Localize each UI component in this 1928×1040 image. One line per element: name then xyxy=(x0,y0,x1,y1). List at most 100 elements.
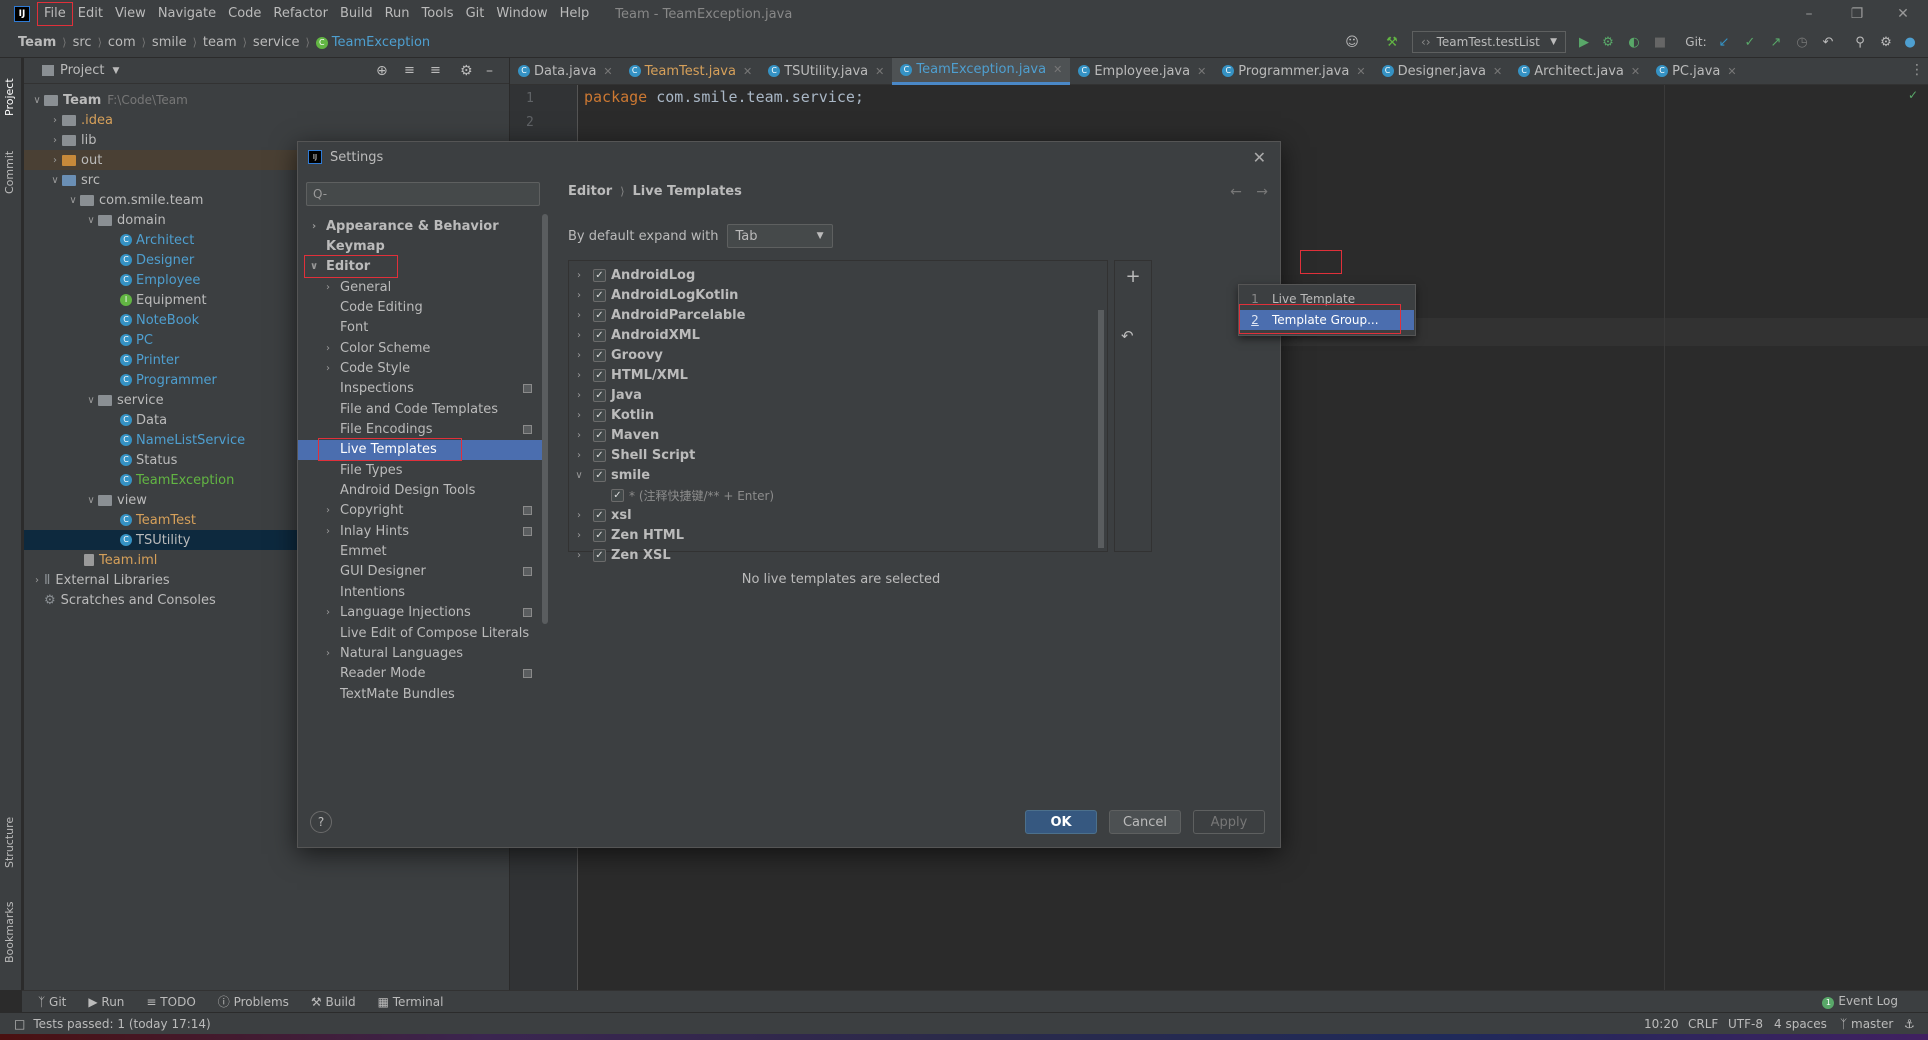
git-toolwindow-button[interactable]: ᛉ Git xyxy=(38,995,66,1009)
run-toolwindow-button[interactable]: ▶ Run xyxy=(88,995,124,1009)
user-icon[interactable]: ☺ xyxy=(1344,34,1360,50)
restore-defaults-icon[interactable]: ↶ xyxy=(1121,327,1134,345)
editor-tab[interactable]: C Programmer.java ✕ xyxy=(1214,58,1373,85)
settings-tree-item[interactable]: › Inlay Hints xyxy=(298,521,548,541)
template-group[interactable]: › ✓ Shell Script xyxy=(569,445,1099,465)
settings-tree-item[interactable]: › Appearance & Behavior xyxy=(298,216,548,236)
indent-setting[interactable]: 4 spaces xyxy=(1774,1017,1827,1031)
close-tab-icon[interactable]: ✕ xyxy=(1356,65,1365,78)
template-group[interactable]: › ✓ Zen HTML xyxy=(569,525,1099,545)
no-problems-check-icon[interactable]: ✓ xyxy=(1908,88,1918,102)
run-icon[interactable]: ▶ xyxy=(1576,34,1592,50)
chevron-right-icon[interactable]: › xyxy=(48,155,62,166)
run-configuration-select[interactable]: ‹› TeamTest.testList ▼ xyxy=(1412,31,1566,53)
minimize-icon[interactable]: – xyxy=(1786,0,1832,28)
menu-navigate[interactable]: Navigate xyxy=(152,3,222,25)
code-line-1[interactable]: package com.smile.team.service; xyxy=(584,88,864,106)
template-checkbox[interactable]: ✓ xyxy=(593,348,606,362)
chevron-down-icon[interactable]: ∨ xyxy=(84,215,98,226)
chevron-right-icon[interactable]: › xyxy=(573,350,585,361)
build-hammer-icon[interactable]: ⚒ xyxy=(1384,34,1400,50)
template-group[interactable]: › ✓ AndroidLog xyxy=(569,265,1099,285)
back-arrow-icon[interactable]: ← xyxy=(1230,184,1242,200)
menu-code[interactable]: Code xyxy=(222,3,267,25)
chevron-right-icon[interactable]: › xyxy=(48,135,62,146)
template-group[interactable]: › ✓ Java xyxy=(569,385,1099,405)
chevron-right-icon[interactable]: › xyxy=(573,450,585,461)
stop-icon[interactable]: ■ xyxy=(1652,34,1668,50)
settings-tree-item[interactable]: TextMate Bundles xyxy=(298,684,548,704)
cancel-button[interactable]: Cancel xyxy=(1109,810,1181,834)
settings-tree-item[interactable]: › Color Scheme xyxy=(298,338,548,358)
breadcrumb-current-class[interactable]: TeamException xyxy=(332,35,430,50)
more-tabs-icon[interactable]: ⋮ xyxy=(1910,62,1924,78)
menu-help[interactable]: Help xyxy=(554,3,596,25)
chevron-right-icon[interactable]: › xyxy=(573,410,585,421)
status-message[interactable]: Tests passed: 1 (today 17:14) xyxy=(33,1017,210,1031)
settings-tree-item[interactable]: Live Edit of Compose Literals xyxy=(298,623,548,643)
menu-view[interactable]: View xyxy=(109,3,152,25)
template-checkbox[interactable]: ✓ xyxy=(593,328,606,342)
locate-icon[interactable]: ⊕ xyxy=(376,63,388,79)
chevron-right-icon[interactable]: › xyxy=(322,526,334,537)
template-group[interactable]: › ✓ AndroidLogKotlin xyxy=(569,285,1099,305)
menu-run[interactable]: Run xyxy=(379,3,416,25)
template-checkbox[interactable]: ✓ xyxy=(593,268,606,282)
settings-search-input[interactable]: Q- xyxy=(306,182,540,206)
status-panel-icon[interactable]: □ xyxy=(14,1017,25,1031)
template-checkbox[interactable]: ✓ xyxy=(593,388,606,402)
close-window-icon[interactable]: ✕ xyxy=(1880,0,1926,28)
template-checkbox[interactable]: ✓ xyxy=(593,308,606,322)
chevron-right-icon[interactable]: › xyxy=(573,370,585,381)
settings-tree-item[interactable]: File and Code Templates xyxy=(298,399,548,419)
template-checkbox[interactable]: ✓ xyxy=(593,448,606,462)
lock-icon[interactable]: ⚓ xyxy=(1904,1017,1915,1031)
settings-tree-item[interactable]: › General xyxy=(298,277,548,297)
settings-tree-item[interactable]: Intentions xyxy=(298,582,548,602)
git-update-icon[interactable]: ↙ xyxy=(1716,34,1732,50)
settings-tree-item[interactable]: › Code Style xyxy=(298,358,548,378)
chevron-down-icon[interactable]: ▼ xyxy=(112,66,119,76)
debug-icon[interactable]: ⚙ xyxy=(1600,34,1616,50)
editor-tab[interactable]: C TeamTest.java ✕ xyxy=(621,58,761,85)
settings-tree-item[interactable]: GUI Designer xyxy=(298,562,548,582)
build-toolwindow-button[interactable]: ⚒ Build xyxy=(311,995,356,1009)
menu-refactor[interactable]: Refactor xyxy=(267,3,334,25)
chevron-down-icon[interactable]: ∨ xyxy=(308,261,320,272)
template-checkbox[interactable]: ✓ xyxy=(593,508,606,522)
search-icon[interactable]: ⚲ xyxy=(1852,34,1868,50)
chevron-down-icon[interactable]: ∨ xyxy=(66,195,80,206)
chevron-down-icon[interactable]: ∨ xyxy=(48,175,62,186)
caret-position[interactable]: 10:20 xyxy=(1644,1017,1679,1031)
menu-build[interactable]: Build xyxy=(334,3,379,25)
git-branch[interactable]: ᛉ master xyxy=(1840,1017,1893,1031)
settings-tree-item[interactable]: Emmet xyxy=(298,542,548,562)
settings-tree-item[interactable]: Android Design Tools xyxy=(298,481,548,501)
line-separator[interactable]: CRLF xyxy=(1688,1017,1718,1031)
chevron-right-icon[interactable]: › xyxy=(308,221,320,232)
chevron-right-icon[interactable]: › xyxy=(48,115,62,126)
chevron-right-icon[interactable]: › xyxy=(573,390,585,401)
template-checkbox[interactable]: ✓ xyxy=(593,548,606,562)
project-tree-item[interactable]: ∨ Team F:\Code\Team xyxy=(24,90,509,110)
live-template-menu-item[interactable]: 1 Live Template xyxy=(1240,289,1414,309)
structure-toolwindow-button[interactable]: Structure xyxy=(3,817,16,868)
hide-panel-icon[interactable]: – xyxy=(486,63,493,79)
project-panel-title[interactable]: Project xyxy=(60,63,104,78)
chevron-right-icon[interactable]: › xyxy=(573,510,585,521)
chevron-right-icon[interactable]: › xyxy=(573,330,585,341)
chevron-down-icon[interactable]: ∨ xyxy=(84,395,98,406)
close-tab-icon[interactable]: ✕ xyxy=(875,65,884,78)
chevron-right-icon[interactable]: › xyxy=(322,363,334,374)
expand-all-icon[interactable]: ≡ xyxy=(404,63,415,78)
template-group-menu-item[interactable]: 2 Template Group... xyxy=(1240,310,1414,330)
settings-tree-item[interactable]: Reader Mode xyxy=(298,664,548,684)
settings-tree-scrollbar[interactable] xyxy=(542,214,548,624)
options-gear-icon[interactable]: ⚙ xyxy=(460,63,473,79)
template-group[interactable]: › ✓ Maven xyxy=(569,425,1099,445)
close-dialog-icon[interactable]: ✕ xyxy=(1253,148,1266,167)
chevron-down-icon[interactable]: ∨ xyxy=(30,95,44,106)
template-checkbox[interactable]: ✓ xyxy=(611,488,624,502)
menu-window[interactable]: Window xyxy=(490,3,553,25)
chevron-right-icon[interactable]: › xyxy=(573,530,585,541)
